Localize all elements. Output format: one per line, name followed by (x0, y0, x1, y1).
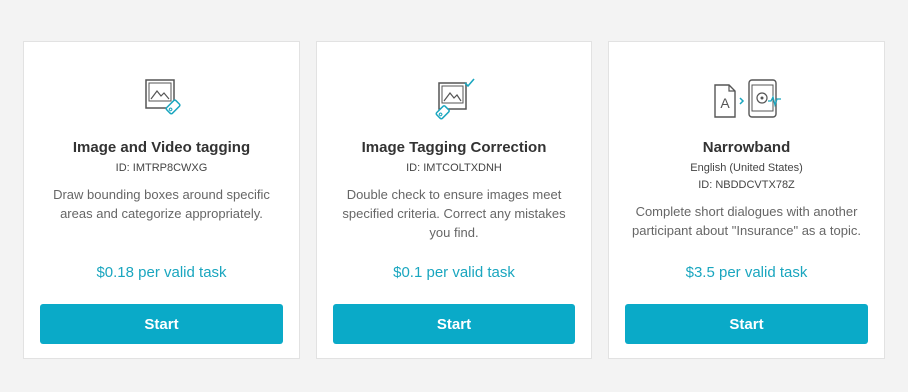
task-card-image-tagging-correction: Image Tagging Correction ID: IMTCOLTXDNH… (316, 41, 592, 359)
start-button[interactable]: Start (625, 304, 868, 344)
task-description: Double check to ensure images meet speci… (342, 187, 566, 240)
task-card-narrowband: A Narrowband English (United States) ID:… (608, 41, 885, 359)
task-price: $3.5 per valid task (685, 264, 808, 281)
task-description: Complete short dialogues with another pa… (632, 204, 861, 238)
task-title: Image Tagging Correction (361, 139, 547, 156)
task-id: ID: IMTCOLTXDNH (406, 162, 502, 174)
task-card-image-video-tagging: Image and Video tagging ID: IMTRP8CWXG D… (23, 41, 300, 359)
image-tag-check-icon (432, 77, 476, 121)
task-language: English (United States) (690, 162, 803, 174)
task-title: Image and Video tagging (72, 139, 251, 156)
task-id: ID: IMTRP8CWXG (115, 162, 208, 174)
task-price: $0.1 per valid task (393, 264, 515, 281)
start-button[interactable]: Start (40, 304, 283, 344)
task-description: Draw bounding boxes around specific area… (53, 187, 270, 221)
task-title: Narrowband (702, 139, 791, 156)
document-to-phone-icon: A (711, 77, 783, 121)
task-id: ID: NBDDCVTX78Z (698, 179, 795, 191)
start-button[interactable]: Start (333, 304, 575, 344)
image-tag-icon (140, 77, 184, 121)
task-price: $0.18 per valid task (96, 264, 227, 281)
svg-text:A: A (720, 95, 730, 111)
